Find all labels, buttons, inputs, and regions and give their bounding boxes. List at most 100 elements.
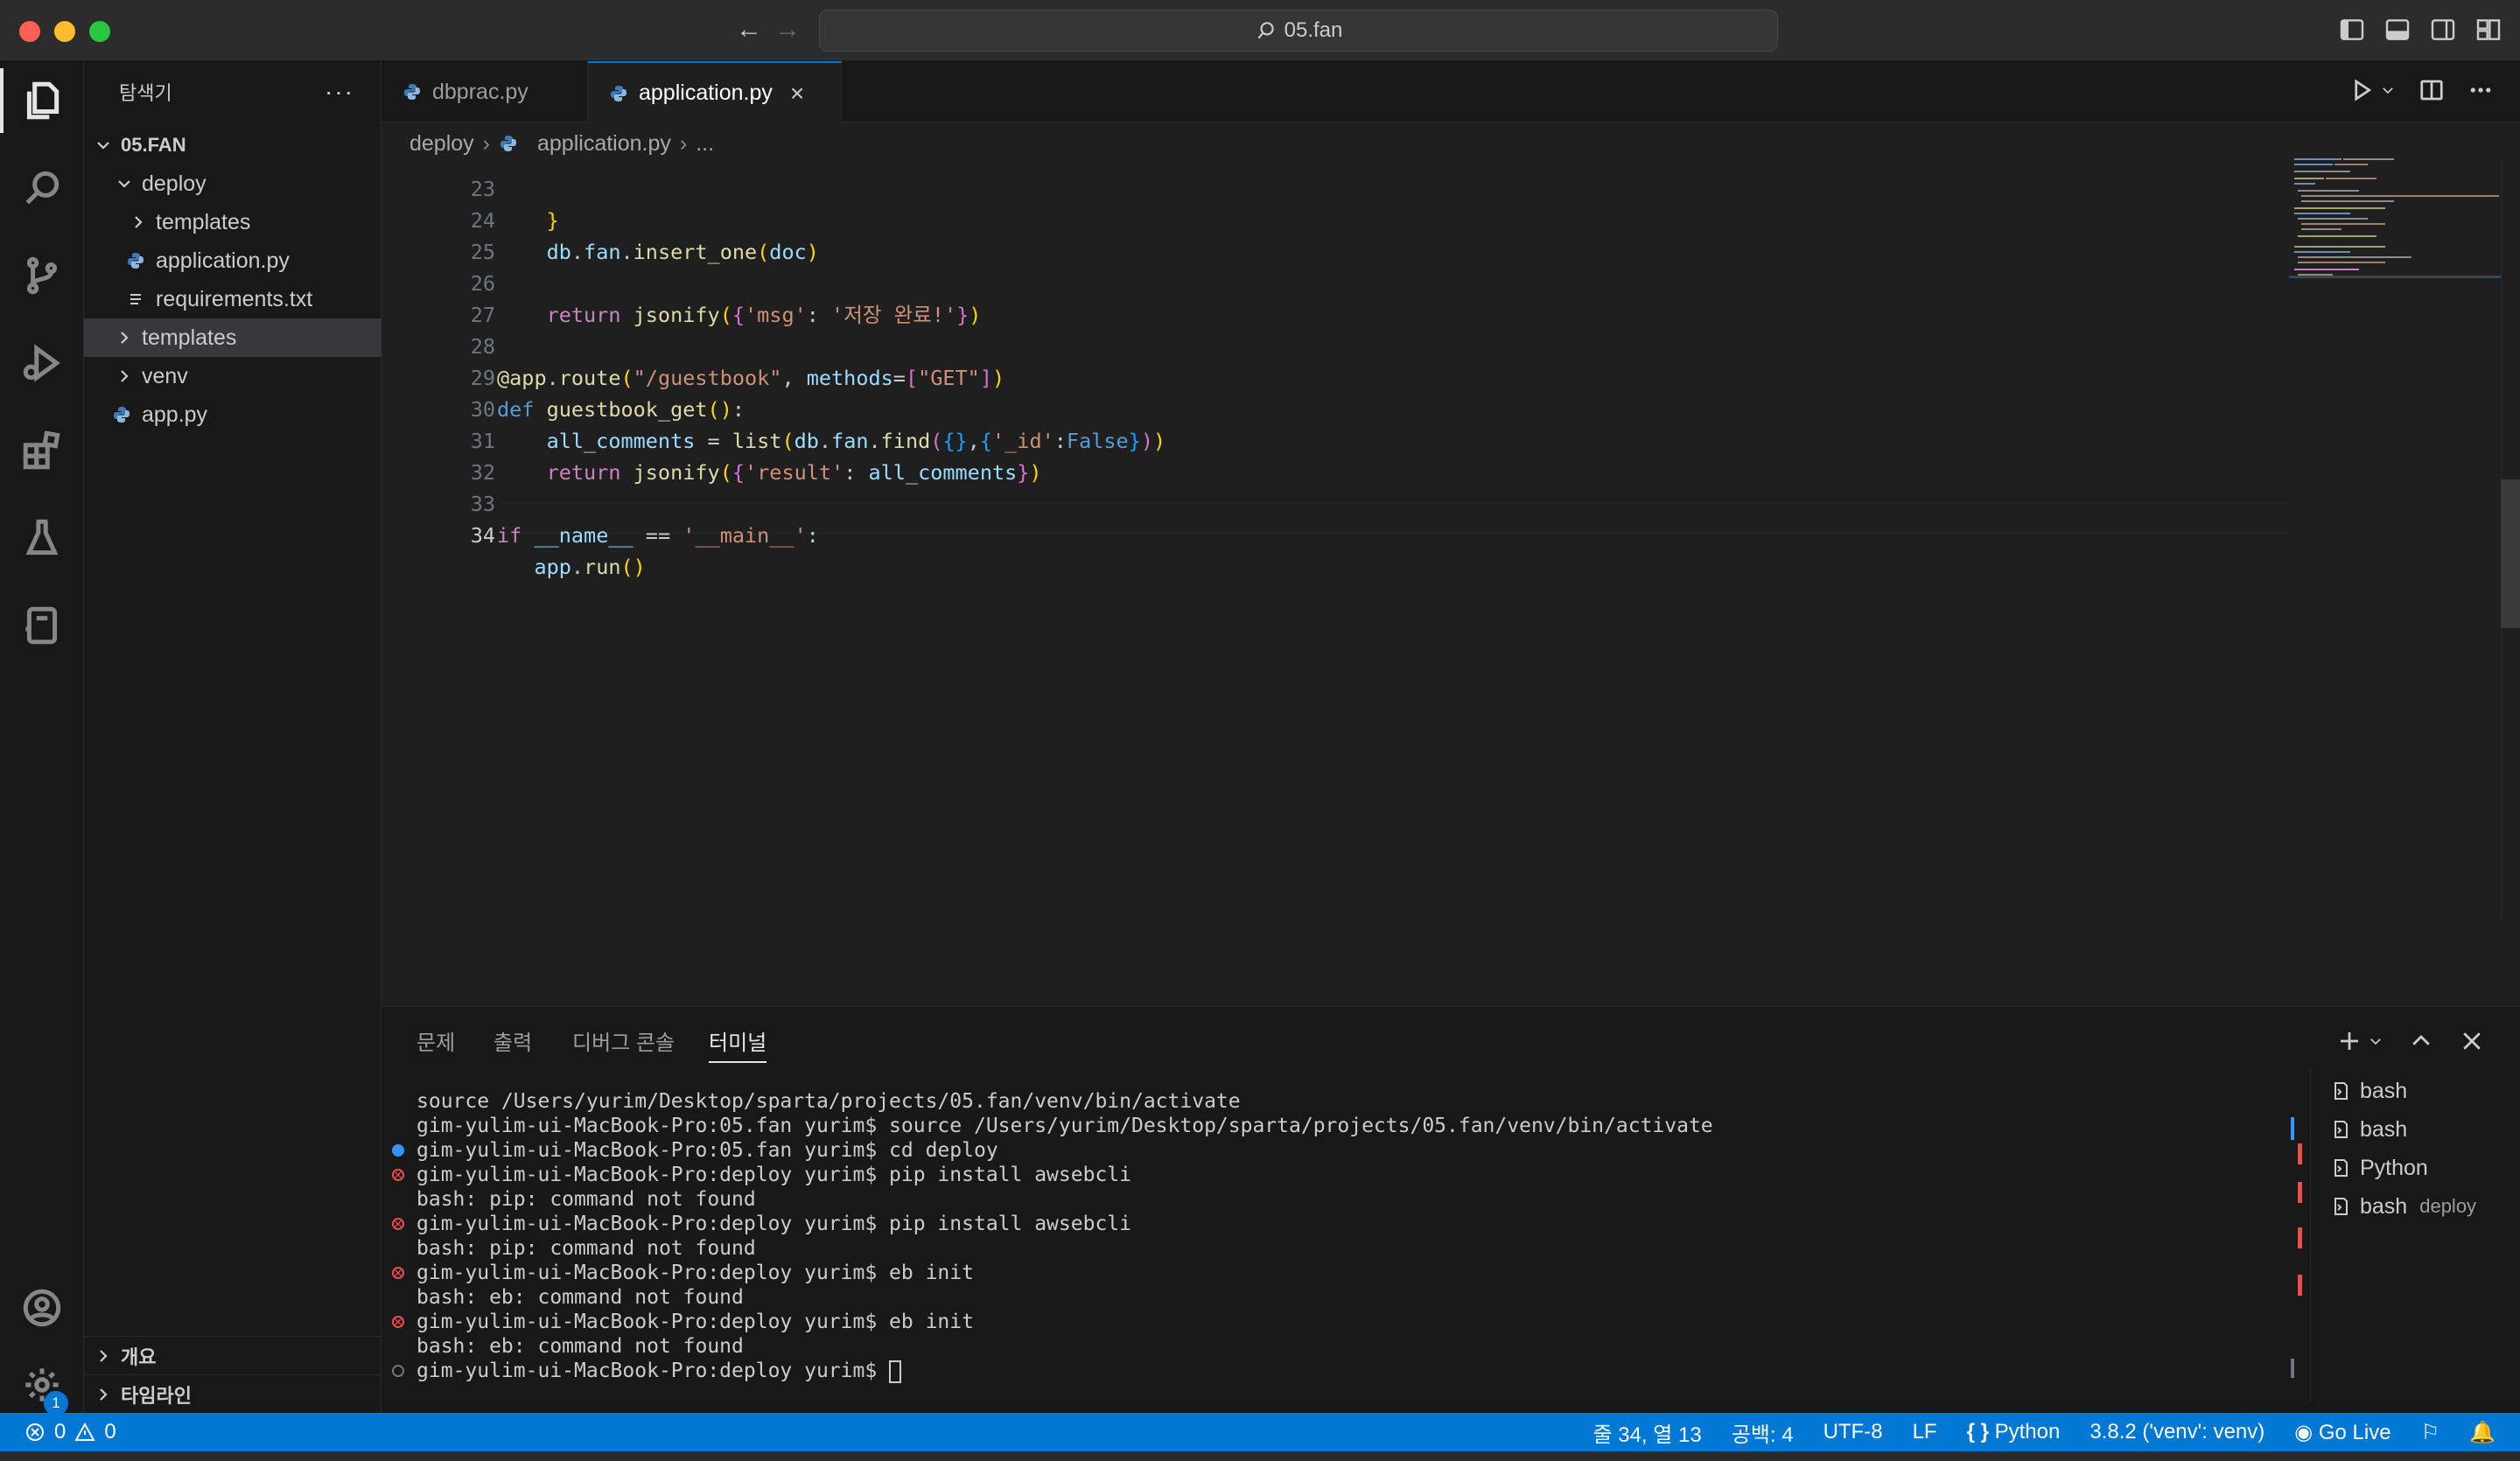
terminal-line: bash: eb: command not found — [416, 1286, 744, 1309]
breadcrumb-file[interactable]: application.py — [537, 131, 671, 157]
tree-item-deploy[interactable]: deploy — [84, 164, 382, 203]
explorer-sidebar: 탐색기 ··· 05.FAN deploy templates applicat… — [84, 61, 382, 1413]
run-and-debug-icon[interactable] — [0, 324, 84, 402]
tree-item-deploy-templates[interactable]: templates — [84, 203, 382, 241]
chevron-right-icon — [121, 370, 129, 382]
language-label: Python — [1994, 1420, 2061, 1444]
feedback-icon[interactable]: ⚐ — [2421, 1420, 2440, 1445]
file-encoding[interactable]: UTF-8 — [1824, 1420, 1883, 1444]
more-actions-icon[interactable] — [2468, 77, 2494, 103]
workspace-root-label: 05.FAN — [121, 134, 186, 156]
command-error-marker[interactable] — [392, 1310, 404, 1334]
terminal-line: bash: pip: command not found — [416, 1237, 756, 1260]
tree-item-application-py[interactable]: application.py — [84, 241, 382, 280]
indentation[interactable]: 공백: 4 — [1732, 1417, 1794, 1448]
tab-output[interactable]: 출력 — [494, 1024, 532, 1063]
editor-tabs: dbprac.py application.py × — [382, 61, 2520, 123]
status-problems[interactable]: 0 0 — [24, 1413, 116, 1451]
extensions-icon[interactable] — [0, 411, 84, 490]
terminal-cursor — [889, 1360, 902, 1383]
end-of-line[interactable]: LF — [1913, 1420, 1937, 1444]
close-panel-icon[interactable] — [2459, 1028, 2485, 1054]
code-line: 33 if __name__ == '__main__': — [382, 457, 819, 548]
search-icon[interactable] — [0, 149, 84, 227]
braces-icon: { } — [1966, 1420, 1989, 1444]
remote-explorer-icon[interactable] — [0, 586, 84, 665]
minimap[interactable] — [2289, 156, 2516, 278]
run-python-file-icon[interactable] — [2348, 77, 2375, 103]
command-error-marker[interactable] — [392, 1163, 404, 1187]
cursor-position[interactable]: 줄 34, 열 13 — [1592, 1417, 1701, 1448]
tree-item-app-py[interactable]: app.py — [84, 395, 382, 434]
terminal-item-bash-1[interactable]: bash — [2311, 1073, 2520, 1108]
editor-actions — [2348, 77, 2494, 103]
notifications-bell-icon[interactable]: 🔔 — [2469, 1420, 2496, 1445]
chevron-right-icon — [100, 1388, 108, 1401]
forward-arrow-icon[interactable]: → — [770, 12, 805, 47]
tree-item-requirements-txt[interactable]: requirements.txt — [84, 280, 382, 318]
back-arrow-icon[interactable]: ← — [732, 12, 766, 47]
code-line: 32 — [382, 425, 495, 485]
command-error-marker[interactable] — [392, 1261, 404, 1285]
command-center-search[interactable]: 05.fan — [819, 10, 1778, 52]
code-content: all_comments = list(db.fan.find({},{'_id… — [546, 429, 1166, 453]
window-bottom-edge — [0, 1451, 2520, 1461]
toggle-secondary-sidebar-icon[interactable] — [2429, 16, 2457, 44]
terminal-item-bash-2[interactable]: bash — [2311, 1112, 2520, 1147]
account-icon[interactable] — [0, 1269, 84, 1347]
timeline-section[interactable]: 타임라인 — [84, 1374, 382, 1413]
tab-dbprac-py[interactable]: dbprac.py — [382, 61, 588, 122]
search-icon — [1257, 22, 1274, 39]
chevron-down-icon[interactable] — [2368, 1028, 2384, 1054]
tab-problems[interactable]: 문제 — [416, 1024, 455, 1063]
outline-section[interactable]: 개요 — [84, 1336, 382, 1374]
tab-terminal[interactable]: 터미널 — [709, 1024, 767, 1063]
language-mode[interactable]: { } Python — [1967, 1420, 2061, 1444]
close-window-button[interactable] — [19, 21, 40, 42]
zoom-window-button[interactable] — [89, 21, 110, 42]
command-success-marker[interactable] — [392, 1144, 404, 1157]
customize-layout-icon[interactable] — [2474, 16, 2502, 44]
minimize-window-button[interactable] — [54, 21, 75, 42]
code-editor[interactable]: 23 } 24 db.fan.insert_one(doc) 25 26 ret… — [382, 157, 2289, 621]
run-dropdown-chevron-icon[interactable] — [2380, 77, 2396, 103]
toggle-panel-icon[interactable] — [2384, 16, 2412, 44]
breadcrumb-folder[interactable]: deploy — [410, 131, 474, 157]
terminal-item-label: bash — [2360, 1116, 2408, 1142]
python-file-icon — [404, 84, 420, 100]
breadcrumb-symbol[interactable]: ... — [696, 131, 714, 157]
workspace-root[interactable]: 05.FAN — [84, 126, 382, 164]
tree-item-label: application.py — [156, 248, 290, 273]
text-file-icon — [130, 294, 141, 304]
sidebar-header: 탐색기 ··· — [84, 61, 381, 122]
command-error-marker[interactable] — [392, 1212, 404, 1236]
maximize-panel-chevron-up-icon[interactable] — [2408, 1028, 2434, 1054]
code-line: 31 return jsonify({'result': all_comment… — [382, 394, 1042, 485]
tree-item-venv[interactable]: venv — [84, 357, 382, 395]
close-tab-icon[interactable]: × — [790, 80, 804, 108]
split-editor-icon[interactable] — [2418, 77, 2445, 103]
more-actions-icon[interactable]: ··· — [325, 78, 354, 106]
toggle-primary-sidebar-icon[interactable] — [2338, 16, 2366, 44]
title-bar: ← → 05.fan — [0, 0, 2520, 61]
new-terminal-plus-icon[interactable] — [2336, 1028, 2362, 1054]
tab-debug-console[interactable]: 디버그 콘솔 — [572, 1024, 675, 1063]
terminal-output[interactable]: source /Users/yurim/Desktop/sparta/proje… — [382, 1089, 2289, 1404]
terminal-item-bash-deploy[interactable]: bash deploy — [2311, 1189, 2520, 1224]
code-line: 34 app.run() — [382, 488, 646, 579]
line-number: 34 — [470, 523, 495, 548]
bottom-panel: 문제 출력 디버그 콘솔 터미널 source /Users/yurim/Des… — [382, 1006, 2520, 1413]
tab-application-py[interactable]: application.py × — [588, 61, 842, 123]
command-center-label: 05.fan — [1284, 18, 1343, 42]
terminal-item-python[interactable]: Python — [2311, 1150, 2520, 1185]
source-control-icon[interactable] — [0, 236, 84, 315]
code-line: 29 def guestbook_get(): — [382, 331, 745, 422]
tree-item-templates[interactable]: templates — [84, 318, 382, 357]
editor-scrollbar-thumb[interactable] — [2501, 479, 2520, 628]
terminal-overview-ruler — [2291, 1117, 2302, 1378]
python-interpreter[interactable]: 3.8.2 ('venv': venv) — [2090, 1420, 2264, 1444]
tree-item-label: templates — [142, 325, 237, 350]
go-live-button[interactable]: ◉ Go Live — [2294, 1420, 2390, 1445]
testing-flask-icon[interactable] — [0, 499, 84, 577]
explorer-icon[interactable] — [0, 61, 84, 140]
